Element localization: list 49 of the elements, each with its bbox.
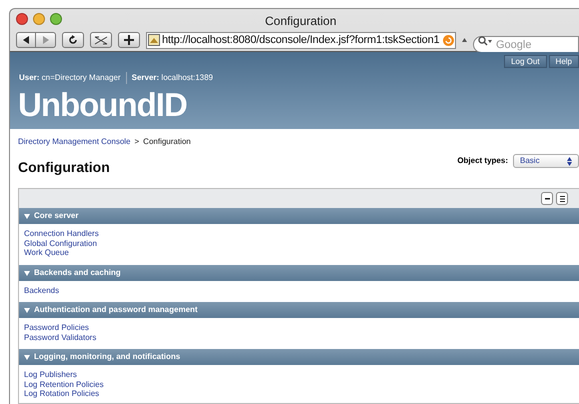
reload-button[interactable] xyxy=(62,32,84,48)
config-link[interactable]: Log Rotation Policies xyxy=(24,389,100,398)
url-text: http://localhost:8080/dsconsole/Index.jsf?form1:tskSection1 xyxy=(162,32,440,48)
config-link[interactable]: Log Publishers xyxy=(24,370,77,380)
snippet-button[interactable] xyxy=(90,32,112,48)
forward-button[interactable] xyxy=(36,32,56,48)
back-button[interactable] xyxy=(16,32,36,48)
header-button[interactable]: Log Out xyxy=(504,55,547,68)
plus-icon xyxy=(124,35,134,45)
expand-all-button[interactable] xyxy=(556,192,568,205)
page-title: Configuration xyxy=(18,158,110,177)
section-header[interactable]: Backends and caching xyxy=(19,264,579,280)
reload-icon xyxy=(68,35,78,45)
section-header[interactable]: Core server xyxy=(19,208,579,224)
config-link[interactable]: Connection Handlers xyxy=(24,229,99,238)
window-title: Configuration xyxy=(265,13,336,30)
config-link[interactable]: Log Retention Policies xyxy=(24,380,104,389)
minus-icon xyxy=(544,198,550,200)
zoom-button[interactable] xyxy=(50,13,62,25)
collapse-all-button[interactable] xyxy=(541,192,553,205)
config-link[interactable]: Password Validators xyxy=(24,332,96,342)
breadcrumb-separator: > xyxy=(134,136,140,148)
page-icon xyxy=(148,34,160,46)
object-types-label: Object types: xyxy=(457,155,508,167)
scissors-icon xyxy=(94,36,108,44)
breadcrumb-link[interactable]: Directory Management Console xyxy=(18,136,130,148)
object-types-select[interactable]: Basic xyxy=(513,154,579,168)
config-link[interactable]: Global Configuration xyxy=(24,238,97,248)
config-link[interactable]: Password Policies xyxy=(24,323,89,332)
back-icon xyxy=(23,36,29,44)
server-info: Server: localhost:1389 xyxy=(130,72,214,84)
address-field[interactable]: http://localhost:8080/dsconsole/Index.jsf?form1:tskSection1 xyxy=(146,32,456,48)
header-button[interactable]: Help xyxy=(548,55,579,68)
caret-icon xyxy=(462,38,467,42)
user-info: User: cn=Directory Manager xyxy=(19,72,127,84)
search-field[interactable]: Google xyxy=(473,36,579,53)
section-header[interactable]: Logging, monitoring, and notifications xyxy=(19,349,579,365)
section-header[interactable]: Authentication and password management xyxy=(19,302,579,318)
list-icon xyxy=(560,196,564,202)
config-link[interactable]: Backends xyxy=(24,286,60,295)
logo: UnboundID xyxy=(18,86,187,124)
stepper-icon xyxy=(567,156,572,166)
search-icon xyxy=(478,36,492,46)
close-button[interactable] xyxy=(16,13,28,25)
add-bookmark-button[interactable] xyxy=(118,32,140,48)
config-link[interactable]: Work Queue xyxy=(24,248,69,258)
breadcrumb-current: Configuration xyxy=(143,136,191,148)
forward-icon xyxy=(42,36,48,44)
minimize-button[interactable] xyxy=(33,13,45,25)
